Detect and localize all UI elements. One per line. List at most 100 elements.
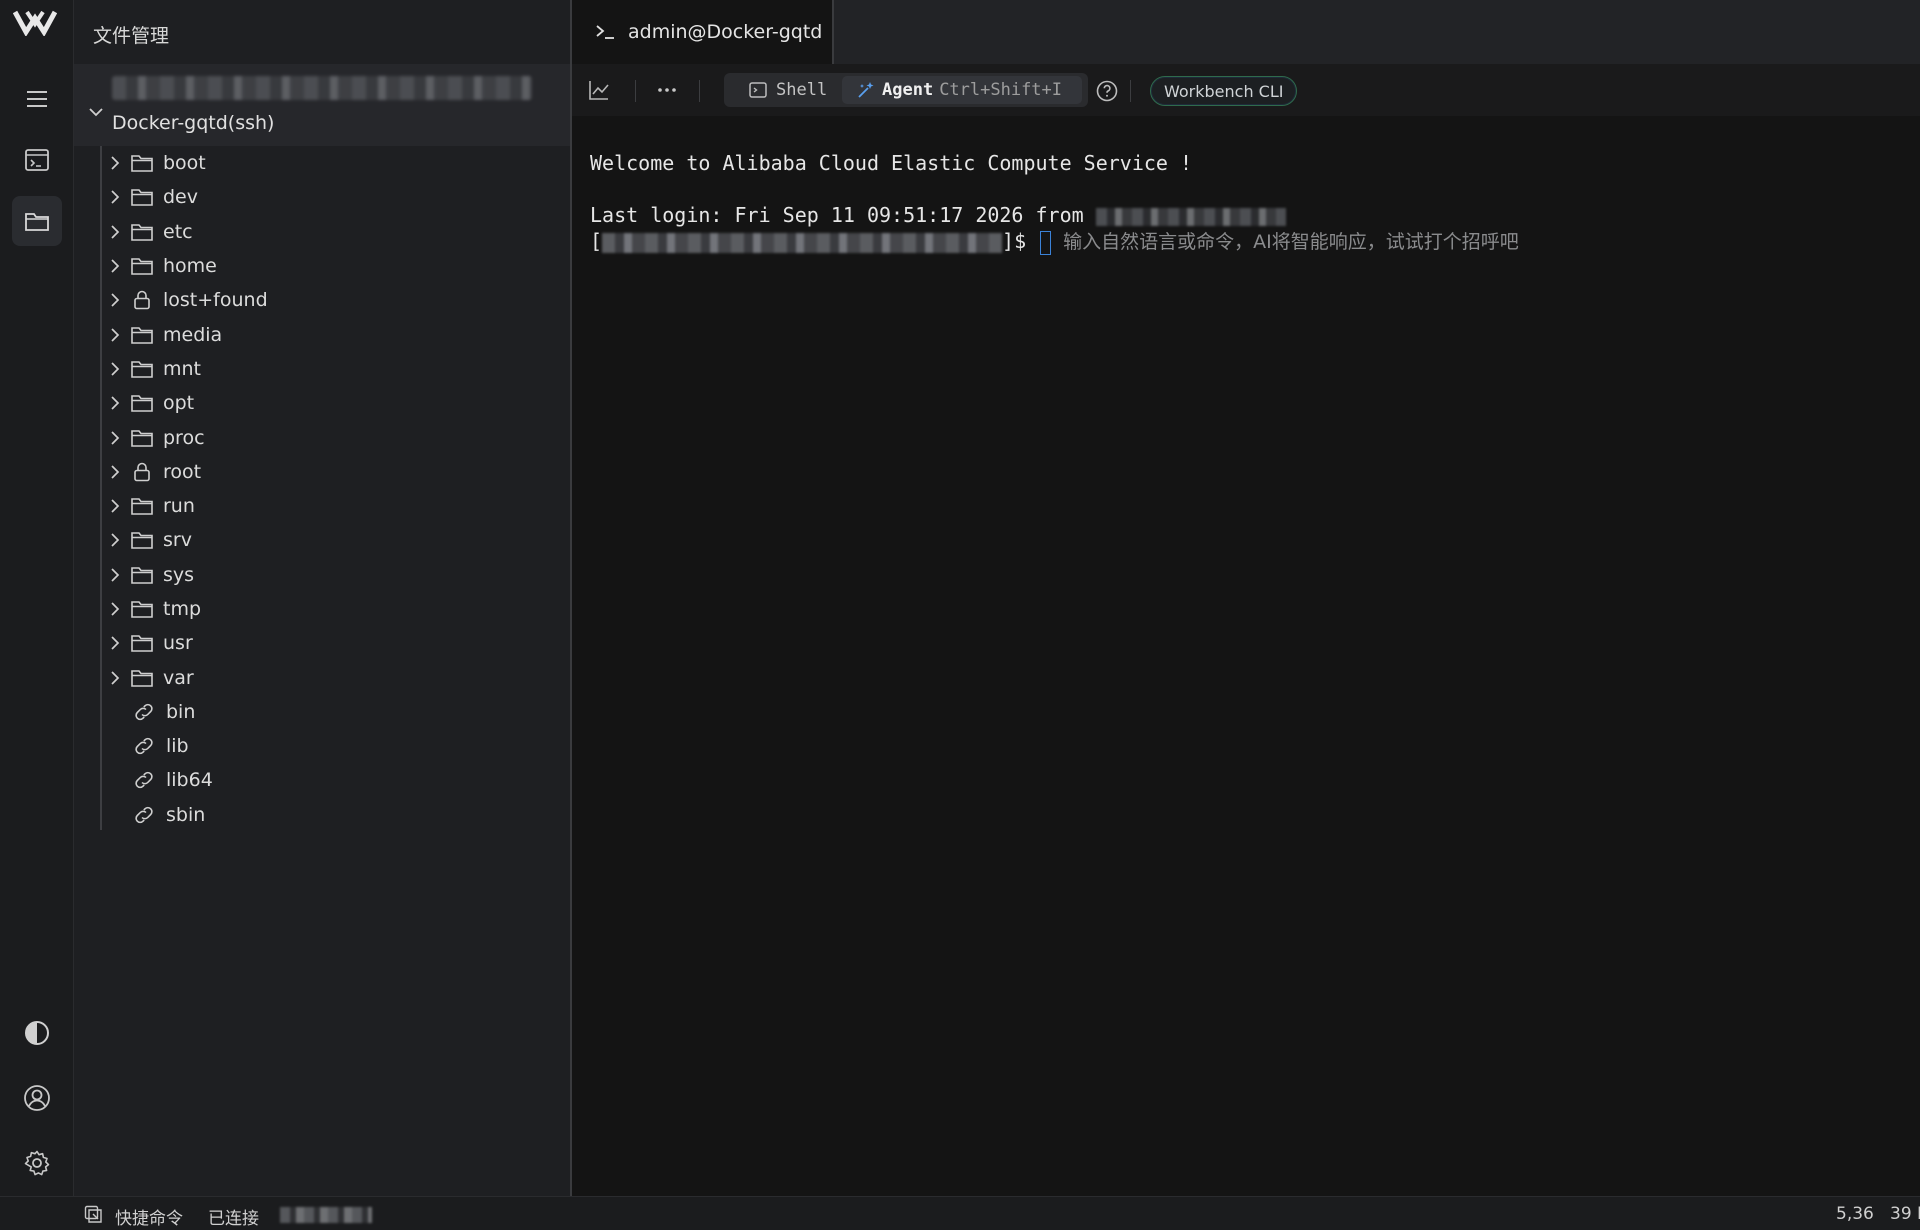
link-icon bbox=[135, 772, 153, 789]
settings-button[interactable] bbox=[12, 1138, 62, 1188]
tree-item-label: sys bbox=[163, 563, 195, 586]
agent-label: Agent bbox=[882, 80, 934, 100]
help-icon[interactable] bbox=[1095, 79, 1119, 103]
quick-command-icon bbox=[84, 1205, 102, 1223]
tree-item-opt[interactable]: opt bbox=[86, 386, 566, 420]
terminal-view-button[interactable] bbox=[12, 135, 62, 185]
activity-bar bbox=[0, 0, 74, 1196]
chevron-right-icon[interactable] bbox=[106, 360, 124, 378]
chevron-right-icon[interactable] bbox=[106, 291, 124, 309]
prompt-line[interactable]: []$ 输入自然语言或命令，AI将智能响应，试试打个招呼吧 bbox=[590, 228, 1519, 255]
user-icon bbox=[24, 1085, 50, 1111]
chevron-right-icon[interactable] bbox=[106, 566, 124, 584]
tree-item-media[interactable]: media bbox=[86, 317, 566, 351]
workbench-cli-button[interactable]: Workbench CLI bbox=[1150, 76, 1298, 106]
tree-item-label: root bbox=[163, 460, 202, 483]
terminal-output[interactable]: Welcome to Alibaba Cloud Elastic Compute… bbox=[590, 150, 1519, 255]
terminal-toolbar: Shell Agent Ctrl+Shift+I Workbench CLI bbox=[572, 64, 1920, 116]
tree-item-root[interactable]: root bbox=[86, 455, 566, 489]
more-icon[interactable] bbox=[654, 77, 680, 103]
tree-item-label: tmp bbox=[163, 598, 202, 620]
connection-status: 已连接 bbox=[208, 1209, 259, 1229]
tree-item-etc[interactable]: etc bbox=[86, 215, 566, 249]
link-icon bbox=[135, 806, 153, 823]
prompt-open: [ bbox=[590, 229, 603, 253]
tree-item-dev[interactable]: dev bbox=[86, 180, 566, 214]
folder-icon bbox=[131, 498, 153, 515]
chevron-right-icon[interactable] bbox=[106, 669, 124, 687]
file-manager-panel: 文件管理 Docker-gqtd(ssh) boot dev etc home lost… bbox=[74, 0, 572, 1196]
gear-icon bbox=[24, 1150, 50, 1176]
theme-toggle-button[interactable] bbox=[12, 1008, 62, 1058]
chevron-right-icon[interactable] bbox=[106, 463, 124, 481]
tree-item-label: opt bbox=[163, 392, 195, 415]
chevron-right-icon[interactable] bbox=[106, 326, 124, 344]
hamburger-menu-icon bbox=[27, 91, 47, 107]
quick-commands-button[interactable]: 快捷命令 bbox=[115, 1204, 183, 1229]
tree-item-run[interactable]: run bbox=[86, 489, 566, 523]
agent-shortcut: Ctrl+Shift+I bbox=[939, 80, 1063, 100]
redacted-host bbox=[280, 1207, 372, 1223]
tree-item-tmp[interactable]: tmp bbox=[86, 592, 566, 626]
chevron-right-icon[interactable] bbox=[106, 188, 124, 206]
agent-mode-button[interactable]: Agent Ctrl+Shift+I bbox=[842, 76, 1082, 104]
folder-icon bbox=[131, 155, 153, 172]
tree-item-label: sbin bbox=[166, 803, 206, 826]
tree-item-label: lost+found bbox=[163, 289, 268, 312]
folder-icon bbox=[131, 635, 153, 653]
account-button[interactable] bbox=[12, 1073, 62, 1123]
tree-item-sys[interactable]: sys bbox=[86, 558, 566, 592]
chevron-right-icon[interactable] bbox=[106, 531, 124, 549]
tree-item-bin[interactable]: bin bbox=[86, 695, 566, 729]
prompt-close: ]$ bbox=[1002, 229, 1027, 253]
last-login-line: Last login: Fri Sep 11 09:51:17 2026 fro… bbox=[590, 202, 1519, 228]
folder-icon bbox=[131, 669, 153, 687]
tree-item-mnt[interactable]: mnt bbox=[86, 352, 566, 386]
chevron-right-icon[interactable] bbox=[106, 600, 124, 618]
workbench-cli-label: Workbench CLI bbox=[1164, 81, 1284, 101]
tree-item-label: boot bbox=[163, 152, 206, 175]
menu-button[interactable] bbox=[12, 74, 62, 124]
folder-icon bbox=[131, 429, 153, 447]
tree-item-usr[interactable]: usr bbox=[86, 626, 566, 660]
tree-item-lib64[interactable]: lib64 bbox=[86, 763, 566, 797]
tree-item-home[interactable]: home bbox=[86, 249, 566, 283]
tree-item-label: run bbox=[163, 495, 195, 518]
file-manager-button[interactable] bbox=[12, 196, 62, 246]
host-header[interactable]: Docker-gqtd(ssh) bbox=[74, 64, 570, 146]
tree-item-var[interactable]: var bbox=[86, 660, 566, 694]
link-icon bbox=[135, 703, 153, 721]
tree-item-srv[interactable]: srv bbox=[86, 523, 566, 557]
chevron-right-icon[interactable] bbox=[106, 634, 124, 652]
chevron-right-icon[interactable] bbox=[106, 429, 124, 447]
tree-item-proc[interactable]: proc bbox=[86, 420, 566, 454]
tree-item-label: lib bbox=[166, 735, 189, 758]
tree-item-lib[interactable]: lib bbox=[86, 729, 566, 763]
panel-title: 文件管理 bbox=[93, 25, 170, 47]
tree-item-label: home bbox=[163, 255, 217, 278]
shell-icon bbox=[749, 82, 767, 98]
tree-item-boot[interactable]: boot bbox=[86, 146, 566, 180]
redacted-user-host bbox=[602, 232, 1003, 253]
chevron-right-icon[interactable] bbox=[106, 394, 124, 412]
contrast-icon bbox=[25, 1021, 49, 1045]
terminal-cursor bbox=[1040, 230, 1052, 255]
tree-item-label: var bbox=[163, 666, 194, 689]
redacted-ip bbox=[1095, 207, 1286, 226]
tree-item-lost-found[interactable]: lost+found bbox=[86, 283, 566, 317]
folder-icon bbox=[131, 223, 153, 241]
host-label: Docker-gqtd(ssh) bbox=[112, 112, 275, 134]
chevron-right-icon[interactable] bbox=[106, 223, 124, 241]
chevron-right-icon[interactable] bbox=[106, 497, 124, 515]
shell-label: Shell bbox=[776, 80, 828, 100]
shell-mode-button[interactable]: Shell bbox=[728, 76, 838, 104]
chevron-right-icon[interactable] bbox=[106, 257, 124, 275]
chart-icon[interactable] bbox=[586, 77, 612, 103]
tab-admin-docker-gqtd[interactable]: admin@Docker-gqtd bbox=[572, 0, 834, 64]
chevron-down-icon[interactable] bbox=[86, 102, 106, 122]
tab-bar: admin@Docker-gqtd bbox=[572, 0, 1920, 64]
tree-item-sbin[interactable]: sbin bbox=[86, 798, 566, 832]
chevron-right-icon[interactable] bbox=[106, 154, 124, 172]
tree-item-label: etc bbox=[163, 220, 193, 243]
lock-icon bbox=[134, 291, 150, 310]
